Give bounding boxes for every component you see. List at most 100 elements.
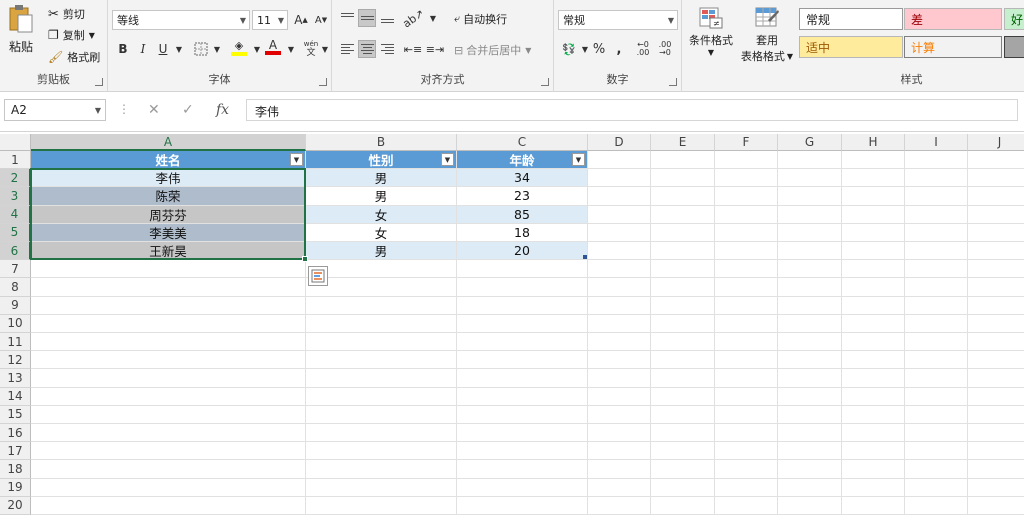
row-header-7[interactable]: 7 [0,260,31,279]
fill-color-icon[interactable]: ◈ [230,38,248,56]
row-header-18[interactable]: 18 [0,460,31,479]
format-as-table-button[interactable]: 套用 表格格式 ▼ [738,6,796,64]
chevron-down-icon[interactable]: ▼ [208,40,226,58]
column-header-i[interactable]: I [905,134,968,151]
comma-icon[interactable]: , [610,40,628,58]
wrap-text-button[interactable]: ⤶ 自动换行 [454,11,507,27]
row-header-13[interactable]: 13 [0,369,31,388]
style-calculation[interactable]: 计算 [904,36,1002,58]
more-options-icon[interactable]: ⋮ [118,102,130,116]
chevron-down-icon[interactable]: ▼ [170,40,188,58]
column-header-e[interactable]: E [651,134,715,151]
confirm-icon[interactable]: ✓ [182,102,194,118]
font-name-select[interactable]: 等线 ▼ [112,10,250,30]
worksheet-grid[interactable]: A B C D E F G H I J 1 2 3 4 5 6 7 8 9 10 11 12 13 14 15 16 17 18 19 2… [0,134,1024,524]
select-all-corner[interactable] [0,134,31,151]
table-cell[interactable]: 85 [457,205,587,223]
table-cell[interactable]: 34 [457,169,587,187]
percent-icon[interactable]: % [590,40,608,58]
row-header-4[interactable]: 4 [0,205,31,224]
clipboard-launcher-icon[interactable] [95,78,103,86]
table-resize-handle[interactable] [583,255,587,260]
row-header-9[interactable]: 9 [0,296,31,315]
decrease-decimal-icon[interactable]: .00 →0 [656,40,674,58]
table-cell[interactable]: 女 [306,223,456,241]
conditional-format-button[interactable]: ≠ 条件格式 ▼ [686,6,736,57]
cut-button[interactable]: ✂ 剪切 [48,6,85,22]
formula-input[interactable]: 李伟 [246,99,1018,121]
font-color-icon[interactable]: A [264,38,282,56]
increase-decimal-icon[interactable]: ←0.00 [634,40,652,58]
align-bottom-icon[interactable] [378,9,396,27]
column-header-d[interactable]: D [588,134,651,151]
filter-dropdown-icon[interactable]: ▼ [441,153,454,166]
quick-analysis-button[interactable] [308,266,328,287]
row-header-1[interactable]: 1 [0,151,31,170]
font-size-select[interactable]: 11 ▼ [252,10,288,30]
insert-function-icon[interactable]: fx [216,102,229,118]
orientation-icon[interactable]: ab↗ [400,6,426,30]
italic-button[interactable]: I [134,40,152,58]
increase-indent-icon[interactable]: ≡⇥ [426,40,444,58]
align-middle-icon[interactable] [358,9,376,27]
table-cell[interactable]: 男 [306,242,456,260]
table-cell[interactable]: 23 [457,187,587,205]
decrease-indent-icon[interactable]: ⇤≡ [404,40,422,58]
row-header-3[interactable]: 3 [0,187,31,206]
row-header-15[interactable]: 15 [0,405,31,424]
table-cell[interactable]: 男 [306,169,456,187]
paste-button[interactable]: 粘贴 [8,4,34,55]
format-painter-button[interactable]: 🖌 格式刷 [48,49,100,65]
column-header-b[interactable]: B [306,134,457,151]
style-check-cell[interactable] [1004,36,1024,58]
style-good[interactable]: 好 [1004,8,1024,30]
filter-dropdown-icon[interactable]: ▼ [572,153,585,166]
column-header-g[interactable]: G [778,134,842,151]
align-center-icon[interactable] [358,40,376,58]
align-left-icon[interactable] [338,40,356,58]
column-header-f[interactable]: F [715,134,778,151]
table-header-cell[interactable]: 性别 ▼ [306,151,456,169]
merge-center-button[interactable]: ⊟ 合并后居中 ▼ [454,42,531,58]
column-header-j[interactable]: J [968,134,1024,151]
copy-button[interactable]: ❐ 复制 ▼ [48,27,95,43]
font-launcher-icon[interactable] [319,78,327,86]
number-launcher-icon[interactable] [669,78,677,86]
row-header-14[interactable]: 14 [0,387,31,406]
filter-dropdown-icon[interactable]: ▼ [290,153,303,166]
table-cell[interactable]: 男 [306,187,456,205]
style-normal[interactable]: 常规 [799,8,903,30]
row-header-6[interactable]: 6 [0,242,31,261]
table-header-cell[interactable]: 年龄 ▼ [457,151,587,169]
table-header-cell[interactable]: 姓名 ▼ [31,151,305,169]
increase-font-icon[interactable]: A ▲ [292,11,310,29]
alignment-launcher-icon[interactable] [541,78,549,86]
row-header-17[interactable]: 17 [0,442,31,461]
table-cell[interactable]: 20 [457,242,587,260]
align-right-icon[interactable] [378,40,396,58]
table-cell[interactable]: 女 [306,205,456,223]
row-header-12[interactable]: 12 [0,351,31,370]
style-bad[interactable]: 差 [904,8,1002,30]
row-header-16[interactable]: 16 [0,424,31,443]
row-header-8[interactable]: 8 [0,278,31,297]
name-box[interactable]: A2 ▼ [4,99,106,121]
chevron-down-icon[interactable]: ▼ [424,9,442,27]
row-header-2[interactable]: 2 [0,169,31,188]
cancel-icon[interactable]: ✕ [148,102,160,118]
row-header-5[interactable]: 5 [0,223,31,242]
row-header-11[interactable]: 11 [0,333,31,352]
align-top-icon[interactable] [338,9,356,27]
chevron-down-icon[interactable]: ▼ [282,40,300,58]
bold-button[interactable]: B [114,40,132,58]
table-cell[interactable]: 18 [457,223,587,241]
number-format-select[interactable]: 常规 ▼ [558,10,678,30]
column-header-c[interactable]: C [457,134,588,151]
row-header-19[interactable]: 19 [0,478,31,497]
fill-handle[interactable] [302,256,308,263]
style-neutral[interactable]: 适中 [799,36,903,58]
column-header-a[interactable]: A [31,134,306,151]
column-header-h[interactable]: H [842,134,905,151]
decrease-font-icon[interactable]: A ▼ [312,11,330,29]
row-header-10[interactable]: 10 [0,314,31,333]
